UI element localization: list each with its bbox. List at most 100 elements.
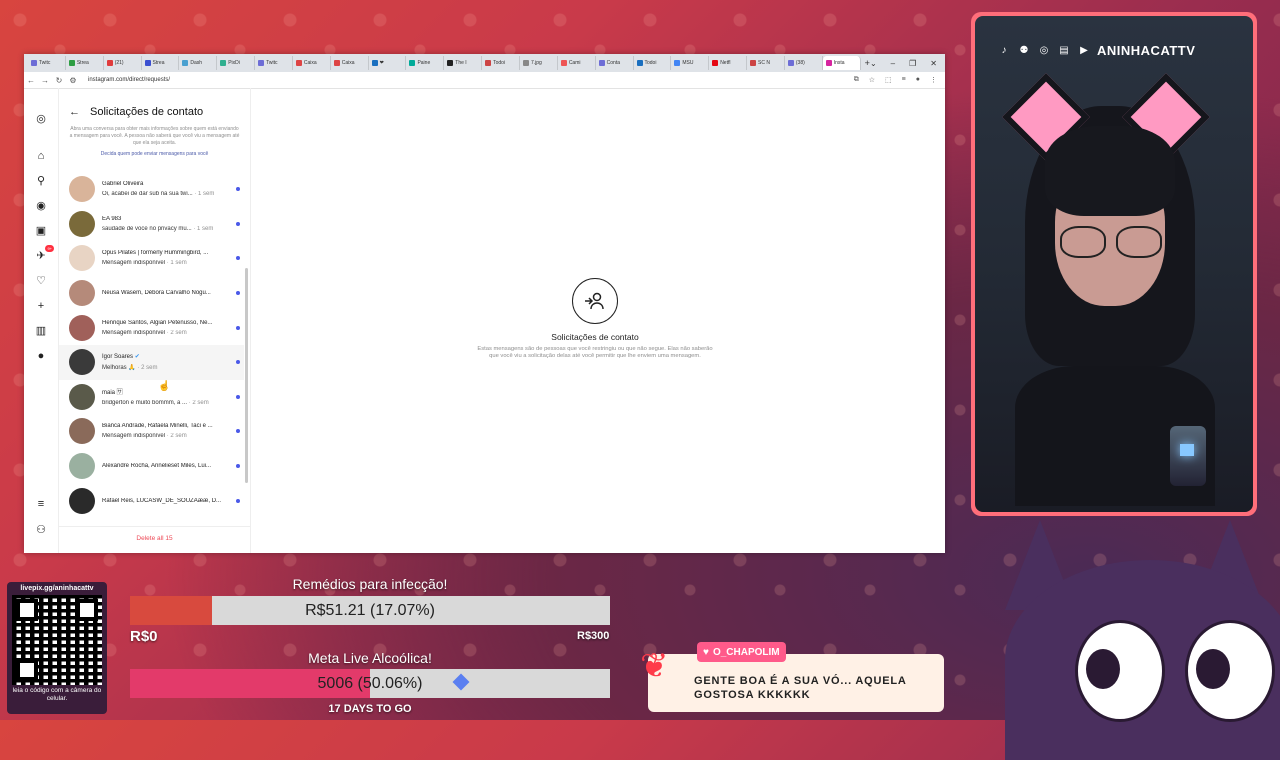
instagram-nav-rail: ◎ ⌂ ⚲ ◉ ▣ ✈ 9+ ♡ + ▥ ● ≡ ⚇ <box>24 88 59 553</box>
create-plus-icon[interactable]: + <box>34 299 48 313</box>
request-name: Opus Pilates | formerly Hummingbird, ... <box>102 250 209 257</box>
list-item[interactable]: Gabriel Oliveira Oi, acabei de dar sub n… <box>59 172 244 207</box>
delete-all-button[interactable]: Delete all 15 <box>59 526 250 547</box>
browser-tab[interactable]: Caixa <box>293 56 331 70</box>
browser-tab[interactable]: (38) <box>785 56 823 70</box>
discord-icon: ⚉ <box>1019 44 1029 56</box>
requests-empty-state: Solicitações de contato Estas mensagens … <box>251 88 945 553</box>
browser-tab[interactable]: MSU <box>671 56 710 70</box>
qr-code <box>12 595 102 685</box>
list-item[interactable]: Neusa Wasem, Débora Carvalho Nogu... <box>59 276 244 311</box>
tab-favicon-icon <box>560 60 567 66</box>
goal1-bar: R$51.21 (17.07%) <box>130 596 610 625</box>
instagram-logo-icon[interactable]: ◎ <box>34 112 48 126</box>
list-item[interactable]: Opus Pilates | formerly Hummingbird, ...… <box>59 241 244 276</box>
browser-tab-active[interactable]: Insta <box>822 56 861 70</box>
list-item[interactable]: Bianca Andrade, Rafaela Minelli, Taci e … <box>59 414 244 449</box>
tab-bar: Twitc Strea (21) Strea Dash PixDi Twitc … <box>24 54 945 72</box>
request-message: Mensagem indisponível <box>102 260 166 267</box>
back-arrow-icon[interactable]: ← <box>24 76 38 85</box>
more-menu-icon[interactable]: ≡ <box>34 497 48 511</box>
youtube-icon: ▶ <box>1080 44 1088 56</box>
browser-tab[interactable]: Todoi <box>634 56 672 70</box>
forward-arrow-icon[interactable]: → <box>38 76 52 85</box>
request-time: · 1 sem <box>192 191 215 198</box>
browser-tab[interactable]: (21) <box>104 56 142 70</box>
search-icon[interactable]: ⚲ <box>34 174 48 188</box>
profile-avatar-icon[interactable]: ● <box>34 349 48 363</box>
browser-window: Twitc Strea (21) Strea Dash PixDi Twitc … <box>24 54 945 553</box>
browser-tab[interactable]: Paine <box>406 56 445 70</box>
goal2-title: Meta Live Alcoólica! <box>308 650 432 666</box>
tab-search-icon[interactable]: ⌄ <box>870 59 877 68</box>
browser-tab[interactable]: Strea <box>142 56 180 70</box>
request-message: Melhoras 🙏 <box>102 365 136 372</box>
request-time: · 2 sem <box>165 329 187 336</box>
list-item[interactable]: Rafael Reis, LUCASW_DE_SOUZAææ, D... <box>59 483 244 518</box>
request-name: Rafael Reis, LUCASW_DE_SOUZAææ, D... <box>102 497 222 504</box>
request-message: Oi, acabei de dar sub na sua twi... <box>102 191 193 198</box>
site-info-icon[interactable]: ⚙ <box>66 76 80 85</box>
list-item[interactable]: Igor Soares ✔ Melhoras 🙏 · 2 sem <box>59 344 244 380</box>
meta-apps-icon[interactable]: ⚇ <box>34 523 48 537</box>
menu-icon[interactable]: ⋮ <box>930 76 937 84</box>
explore-icon[interactable]: ◉ <box>34 199 48 213</box>
chat-message: GENTE BOA É A SUA VÓ... AQUELA GOSTOSA K… <box>694 675 907 701</box>
restore-icon[interactable]: ❐ <box>909 59 916 68</box>
person-arrow-icon <box>585 292 604 310</box>
back-arrow-icon[interactable]: ← <box>69 106 80 118</box>
list-item[interactable]: maia 🈂 bridgerton e muito bommm, a ... ·… <box>59 380 244 415</box>
request-name: Alexandre Rocha, Annelieset Miles, Lui..… <box>102 463 212 470</box>
messages-icon[interactable]: ✈ 9+ <box>34 245 54 263</box>
tab-favicon-icon <box>371 60 378 66</box>
tab-favicon-icon <box>598 60 605 66</box>
browser-tab[interactable]: Todoi <box>482 56 520 70</box>
browser-tab[interactable]: Twitc <box>28 56 66 70</box>
tab-favicon-icon <box>750 60 757 66</box>
browser-tab[interactable]: SC N <box>747 56 785 70</box>
install-icon[interactable]: ⧉ <box>854 76 859 84</box>
tiktok-icon: ♪ <box>1001 44 1007 56</box>
reload-icon[interactable]: ↻ <box>52 76 66 85</box>
reels-icon[interactable]: ▣ <box>34 224 48 238</box>
browser-tab[interactable]: PixDi <box>217 56 256 70</box>
media-icon[interactable]: ≡ <box>902 76 906 84</box>
browser-tab[interactable]: Conta <box>596 56 634 70</box>
browser-tab[interactable]: Strea <box>66 56 104 70</box>
message-controls-link[interactable]: Decida quem pode enviar mensagens para v… <box>59 151 250 157</box>
tab-favicon-icon <box>333 60 340 66</box>
home-icon[interactable]: ⌂ <box>34 149 48 163</box>
unread-dot <box>236 394 240 399</box>
list-item[interactable]: Henrique Santos, Algian Petenusso, Ne...… <box>59 310 244 345</box>
notifications-heart-icon[interactable]: ♡ <box>34 274 48 288</box>
unread-dot <box>236 221 240 226</box>
browser-tab[interactable]: Twitc <box>255 56 293 70</box>
tab-favicon-icon <box>674 60 681 66</box>
extensions-icon[interactable]: ⬚ <box>885 76 892 84</box>
avatar <box>69 280 95 307</box>
tab-favicon-icon <box>712 60 719 66</box>
address-bar: ← → ↻ ⚙ instagram.com/direct/requests/ ⧉… <box>24 72 945 89</box>
avatar <box>69 453 95 480</box>
dashboard-icon[interactable]: ▥ <box>34 324 48 338</box>
list-item[interactable]: EA 983 saudade de voce no privacy mu... … <box>59 207 244 242</box>
browser-tab[interactable]: Dash <box>179 56 218 70</box>
close-icon[interactable]: ✕ <box>930 59 937 68</box>
browser-tab[interactable]: Cami <box>558 56 596 70</box>
browser-tab[interactable]: ❤ <box>369 56 407 70</box>
browser-tab[interactable]: 7.jpg <box>520 56 558 70</box>
tab-favicon-icon <box>182 60 189 66</box>
browser-tab[interactable]: The I <box>444 56 483 70</box>
list-item[interactable]: Alexandre Rocha, Annelieset Miles, Lui..… <box>59 449 244 484</box>
requests-list: Gabriel Oliveira Oi, acabei de dar sub n… <box>59 172 244 518</box>
browser-tab[interactable]: Caixa <box>331 56 369 70</box>
browser-tab[interactable]: Netfl <box>709 56 748 70</box>
requests-panel: ← Solicitações de contato Abra uma conve… <box>59 88 251 553</box>
cat-mascot <box>985 520 1280 760</box>
bookmark-star-icon[interactable]: ☆ <box>869 76 875 84</box>
minimize-icon[interactable]: – <box>891 59 895 68</box>
url-field[interactable]: instagram.com/direct/requests/ <box>88 77 854 83</box>
scrollbar[interactable] <box>245 268 248 483</box>
avatar <box>69 383 95 410</box>
profile-avatar-icon[interactable]: ● <box>916 76 920 84</box>
